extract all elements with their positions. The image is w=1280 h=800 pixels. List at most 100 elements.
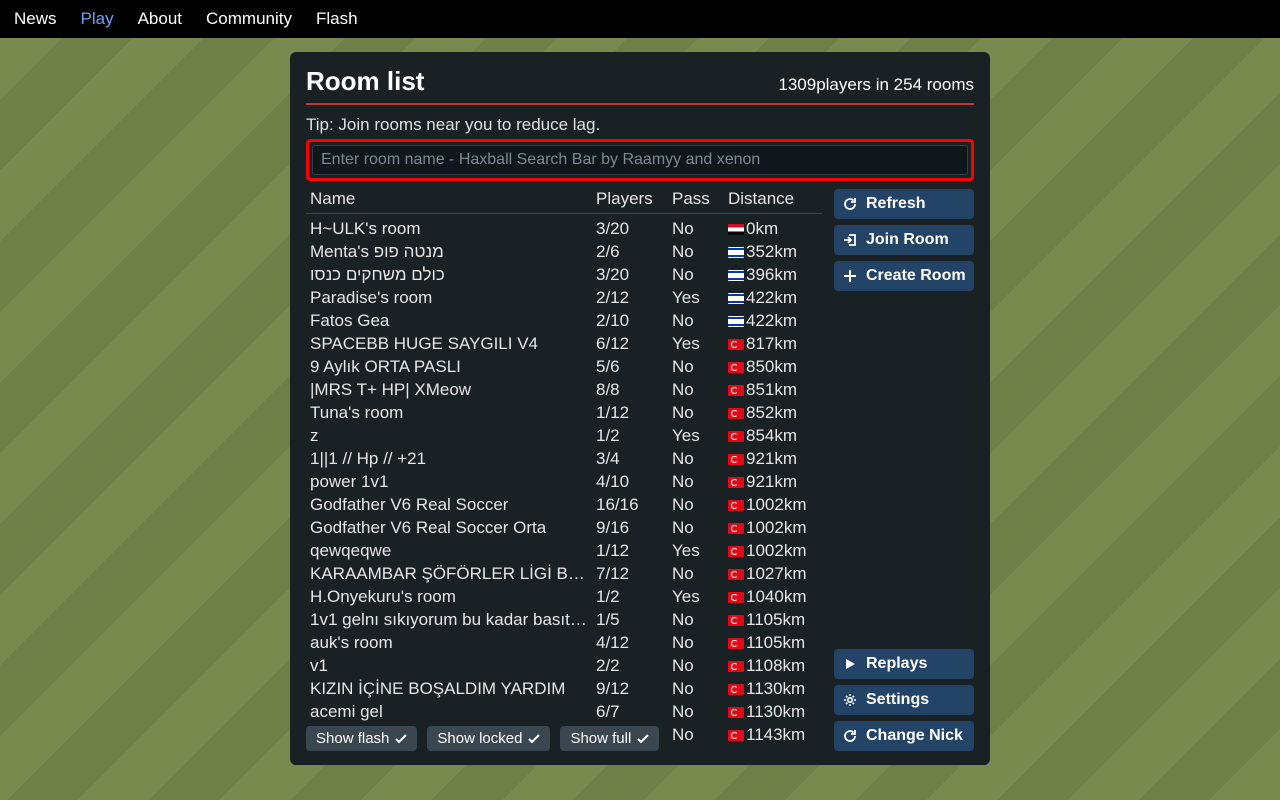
room-name: 1||1 // Hp // +21	[310, 447, 590, 470]
table-row[interactable]: acemi gel6/7No1130km	[306, 700, 822, 723]
flag-icon	[728, 730, 744, 741]
nav-community[interactable]: Community	[206, 9, 292, 29]
room-players: 4/12	[596, 631, 666, 654]
room-distance: 851km	[728, 378, 818, 401]
show-full-label: Show full	[570, 730, 631, 747]
nav-flash[interactable]: Flash	[316, 9, 358, 29]
table-row[interactable]: Godfather V6 Real Soccer Orta9/16No1002k…	[306, 516, 822, 539]
settings-label: Settings	[866, 691, 929, 709]
room-distance: 850km	[728, 355, 818, 378]
table-row[interactable]: z1/2Yes854km	[306, 424, 822, 447]
flag-icon	[728, 339, 744, 350]
table-row[interactable]: Godfather V6 Real Soccer16/16No1002km	[306, 493, 822, 516]
room-pass: No	[672, 401, 722, 424]
nav-play[interactable]: Play	[81, 9, 114, 29]
col-name[interactable]: Name	[310, 189, 590, 209]
col-distance[interactable]: Distance	[728, 189, 818, 209]
show-flash-toggle[interactable]: Show flash	[306, 726, 417, 751]
table-row[interactable]: KIZIN İÇİNE BOŞALDIM YARDIM9/12No1130km	[306, 677, 822, 700]
room-name: SPACEBB HUGE SAYGILI V4	[310, 332, 590, 355]
room-table: Name Players Pass Distance H~ULK's room3…	[306, 189, 822, 745]
room-players: 2/10	[596, 309, 666, 332]
change-nick-button[interactable]: Change Nick	[834, 721, 974, 751]
search-input[interactable]	[312, 145, 968, 175]
refresh-icon	[842, 197, 858, 211]
room-pass: No	[672, 516, 722, 539]
room-name: power 1v1	[310, 470, 590, 493]
replays-button[interactable]: Replays	[834, 649, 974, 679]
room-pass: Yes	[672, 424, 722, 447]
flag-icon	[728, 523, 744, 534]
settings-button[interactable]: Settings	[834, 685, 974, 715]
room-name: Tuna's room	[310, 401, 590, 424]
flag-icon	[728, 592, 744, 603]
room-name: 9 Aylık ORTA PASLI	[310, 355, 590, 378]
room-distance: 1002km	[728, 516, 818, 539]
table-row[interactable]: Paradise's room2/12Yes422km	[306, 286, 822, 309]
room-pass: No	[672, 470, 722, 493]
table-row[interactable]: H~ULK's room3/20No0km	[306, 217, 822, 240]
room-name: v1	[310, 654, 590, 677]
room-name: KARAAMBAR ŞÖFÖRLER LİGİ BAN YOK	[310, 562, 590, 585]
table-row[interactable]: qewqeqwe1/12Yes1002km	[306, 539, 822, 562]
check-icon	[395, 733, 407, 745]
col-players[interactable]: Players	[596, 189, 666, 209]
refresh-label: Refresh	[866, 195, 926, 213]
table-row[interactable]: v12/2No1108km	[306, 654, 822, 677]
room-distance: 1002km	[728, 493, 818, 516]
room-distance: 1002km	[728, 539, 818, 562]
table-row[interactable]: 1||1 // Hp // +213/4No921km	[306, 447, 822, 470]
flag-icon	[728, 408, 744, 419]
table-row[interactable]: 1v1 gelnı sıkıyorum bu kadar basıt hp1/5…	[306, 608, 822, 631]
table-row[interactable]: power 1v14/10No921km	[306, 470, 822, 493]
room-distance: 1143km	[728, 723, 818, 745]
table-row[interactable]: Tuna's room1/12No852km	[306, 401, 822, 424]
col-pass[interactable]: Pass	[672, 189, 722, 209]
nav-news[interactable]: News	[14, 9, 57, 29]
play-icon	[842, 658, 858, 670]
room-players: 2/2	[596, 654, 666, 677]
room-players: 1/5	[596, 608, 666, 631]
table-row[interactable]: Fatos Gea2/10No422km	[306, 309, 822, 332]
room-distance: 1027km	[728, 562, 818, 585]
replays-label: Replays	[866, 655, 927, 673]
join-room-button[interactable]: Join Room	[834, 225, 974, 255]
room-players: 8/8	[596, 378, 666, 401]
nav-about[interactable]: About	[138, 9, 182, 29]
room-pass: No	[672, 562, 722, 585]
table-row[interactable]: KARAAMBAR ŞÖFÖRLER LİGİ BAN YOK7/12No102…	[306, 562, 822, 585]
room-players: 5/6	[596, 355, 666, 378]
table-row[interactable]: SPACEBB HUGE SAYGILI V46/12Yes817km	[306, 332, 822, 355]
flag-icon	[728, 270, 744, 281]
table-row[interactable]: |MRS T+ HP| XMeow8/8No851km	[306, 378, 822, 401]
gear-icon	[842, 693, 858, 707]
player-room-stats: 1309players in 254 rooms	[778, 75, 974, 95]
room-players: 16/16	[596, 493, 666, 516]
refresh-button[interactable]: Refresh	[834, 189, 974, 219]
room-distance: 852km	[728, 401, 818, 424]
create-room-button[interactable]: Create Room	[834, 261, 974, 291]
table-row[interactable]: Menta's מנטה פופ2/6No352km	[306, 240, 822, 263]
show-locked-toggle[interactable]: Show locked	[427, 726, 550, 751]
show-locked-label: Show locked	[437, 730, 522, 747]
room-name: Godfather V6 Real Soccer Orta	[310, 516, 590, 539]
table-row[interactable]: H.Onyekuru's room1/2Yes1040km	[306, 585, 822, 608]
enter-icon	[842, 233, 858, 247]
sidebar: Refresh Join Room Create Room	[834, 189, 974, 751]
room-pass: No	[672, 493, 722, 516]
room-pass: No	[672, 355, 722, 378]
room-players: 3/20	[596, 263, 666, 286]
room-name: acemi gel	[310, 700, 590, 723]
show-full-toggle[interactable]: Show full	[560, 726, 659, 751]
room-name: |MRS T+ HP| XMeow	[310, 378, 590, 401]
room-distance: 422km	[728, 286, 818, 309]
table-row[interactable]: auk's room4/12No1105km	[306, 631, 822, 654]
flag-icon	[728, 615, 744, 626]
room-distance: 817km	[728, 332, 818, 355]
room-pass: Yes	[672, 539, 722, 562]
table-row[interactable]: 9 Aylık ORTA PASLI 5/6 No 850km	[306, 355, 822, 378]
room-pass: No	[672, 654, 722, 677]
table-row[interactable]: כולם משחקים כנסו3/20No396km	[306, 263, 822, 286]
room-pass: No	[672, 700, 722, 723]
room-distance: 396km	[728, 263, 818, 286]
